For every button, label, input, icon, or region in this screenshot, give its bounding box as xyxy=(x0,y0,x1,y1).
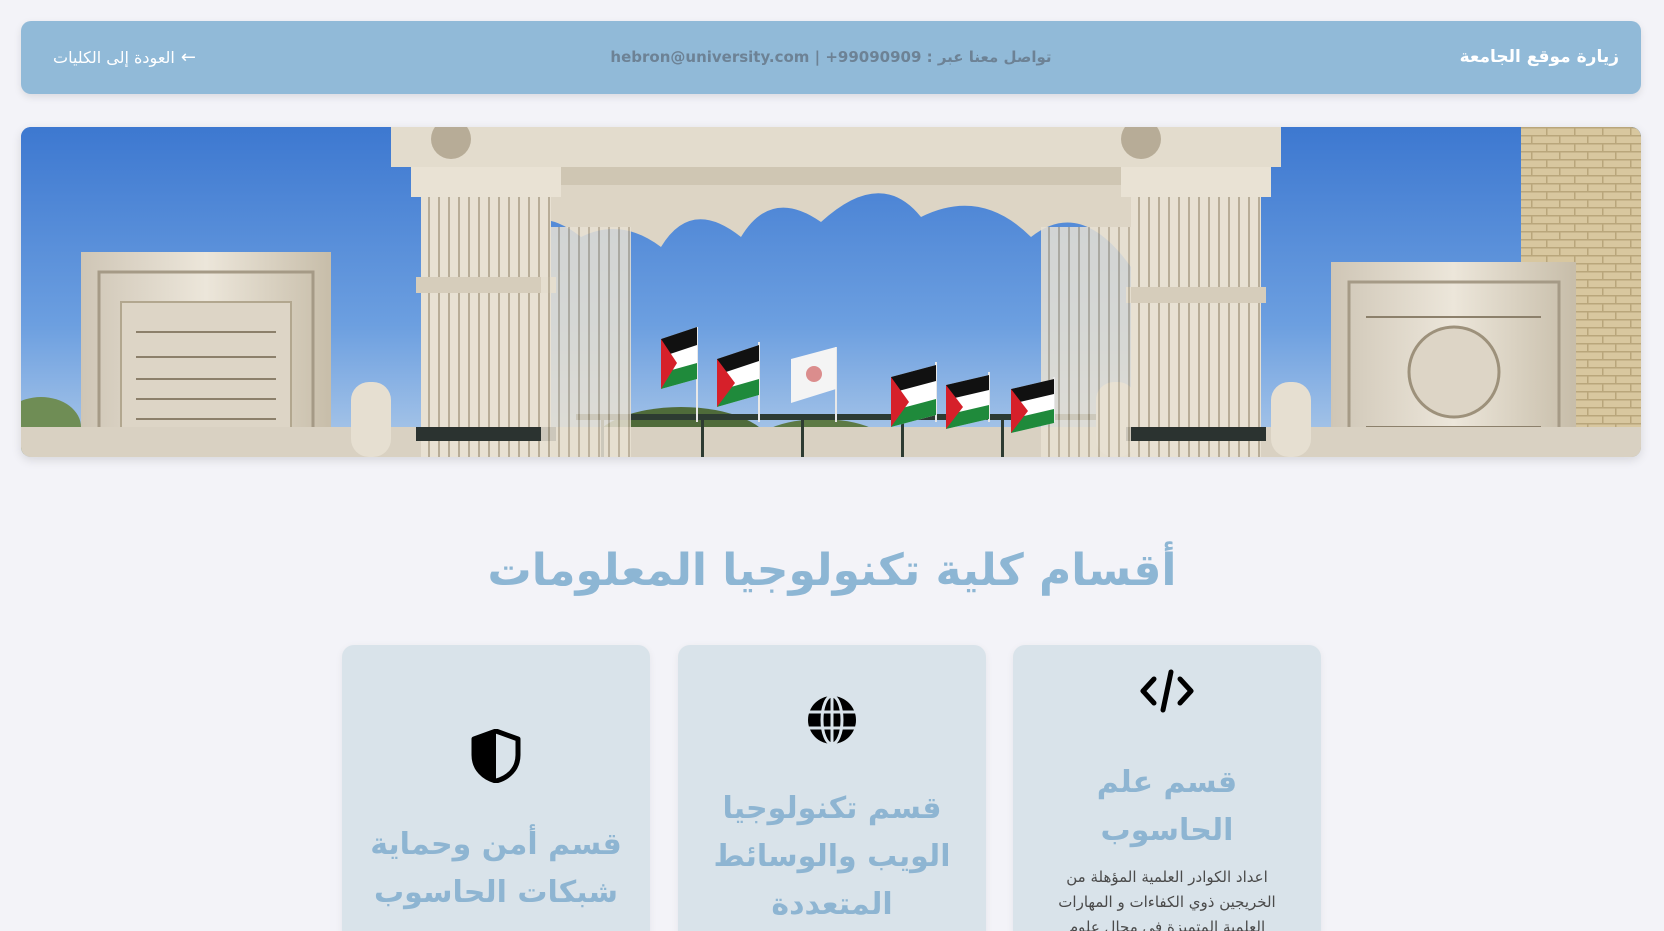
department-card-computer-science[interactable]: قسم علم الحاسوب اعداد الكوادر العلمية ال… xyxy=(1013,645,1321,931)
contact-info: تواصل معنا عبر : hebron@university.com |… xyxy=(610,48,1052,66)
arrow-left-icon: ← xyxy=(180,47,196,68)
globe-icon xyxy=(678,694,986,746)
department-card-network-security[interactable]: قسم أمن وحماية شبكات الحاسوب xyxy=(342,645,650,931)
department-description: اعداد الكوادر العلمية المؤهلة من الخريجي… xyxy=(1058,868,1276,931)
back-to-colleges-label: العودة إلى الكليات xyxy=(53,48,175,67)
back-to-colleges-link[interactable]: ← العودة إلى الكليات xyxy=(53,21,196,94)
code-icon xyxy=(1013,669,1321,713)
department-title: قسم علم الحاسوب xyxy=(1096,765,1238,848)
hero-banner-image xyxy=(21,127,1641,457)
department-card-web-multimedia[interactable]: قسم تكنولوجيا الويب والوسائط المتعددة xyxy=(678,645,986,931)
department-title: قسم أمن وحماية شبكات الحاسوب xyxy=(370,827,622,910)
top-navigation-bar: زيارة موقع الجامعة تواصل معنا عبر : hebr… xyxy=(21,21,1641,94)
department-title: قسم تكنولوجيا الويب والوسائط المتعددة xyxy=(713,791,951,922)
section-title: أقسام كلية تكنولوجيا المعلومات xyxy=(487,545,1177,596)
shield-icon xyxy=(342,729,650,783)
